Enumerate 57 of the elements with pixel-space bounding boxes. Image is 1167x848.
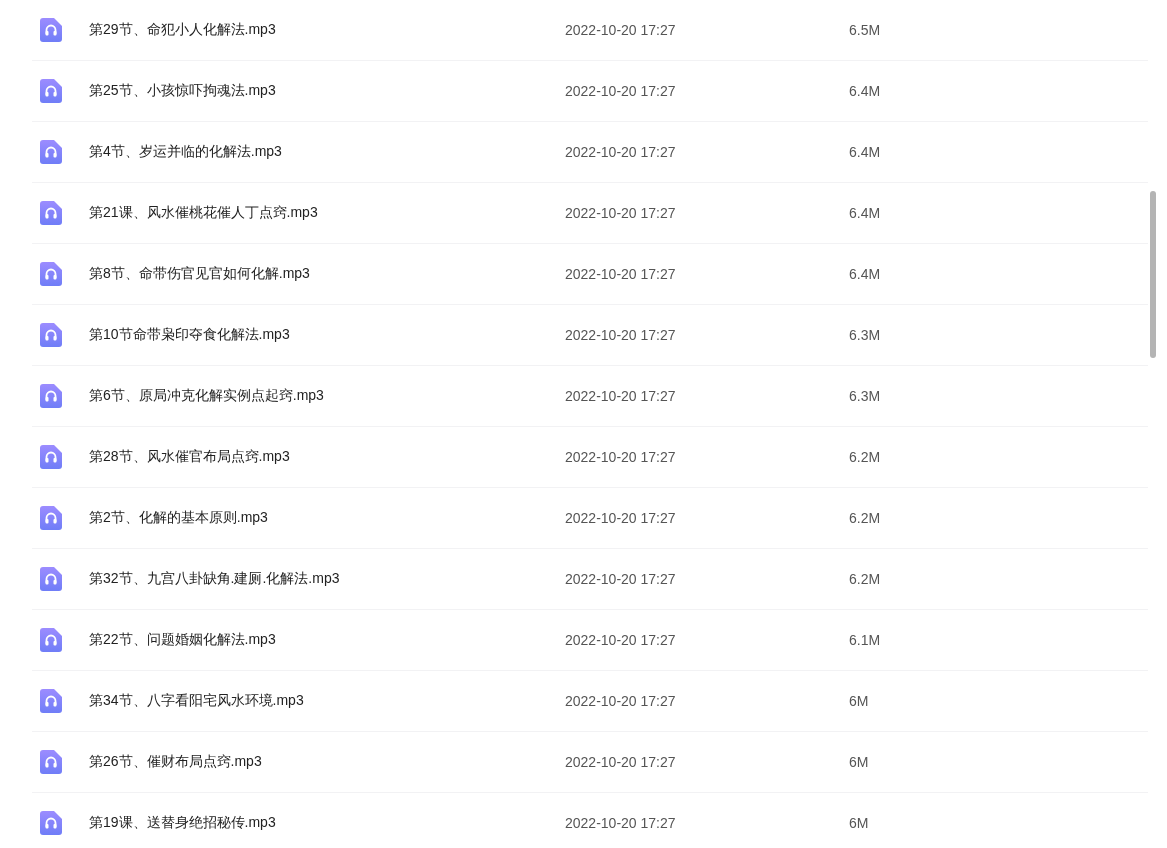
modified-date: 2022-10-20 17:27 bbox=[565, 815, 677, 831]
modified-date: 2022-10-20 17:27 bbox=[565, 510, 677, 526]
file-size: 6M bbox=[849, 754, 869, 770]
file-name[interactable]: 第19课、送替身绝招秘传.mp3 bbox=[89, 814, 565, 832]
file-size: 6.5M bbox=[849, 22, 881, 38]
audio-file-icon bbox=[40, 567, 62, 591]
modified-date: 2022-10-20 17:27 bbox=[565, 449, 677, 465]
audio-file-icon bbox=[40, 811, 62, 835]
file-size: 6M bbox=[849, 815, 869, 831]
modified-date: 2022-10-20 17:27 bbox=[565, 632, 677, 648]
file-name[interactable]: 第26节、催财布局点窍.mp3 bbox=[89, 753, 565, 771]
file-size: 6.4M bbox=[849, 266, 881, 282]
modified-date: 2022-10-20 17:27 bbox=[565, 754, 677, 770]
audio-file-icon bbox=[40, 79, 62, 103]
file-size: 6.4M bbox=[849, 83, 881, 99]
file-name[interactable]: 第32节、九宫八卦缺角.建厕.化解法.mp3 bbox=[89, 570, 565, 588]
audio-file-icon bbox=[40, 628, 62, 652]
modified-date: 2022-10-20 17:27 bbox=[565, 571, 677, 587]
file-name[interactable]: 第28节、风水催官布局点窍.mp3 bbox=[89, 448, 565, 466]
modified-date: 2022-10-20 17:27 bbox=[565, 266, 677, 282]
scrollbar-thumb[interactable] bbox=[1150, 191, 1156, 358]
audio-file-icon bbox=[40, 18, 62, 42]
audio-file-icon bbox=[40, 262, 62, 286]
file-name[interactable]: 第34节、八字看阳宅风水环境.mp3 bbox=[89, 692, 565, 710]
file-size: 6.1M bbox=[849, 632, 881, 648]
modified-date: 2022-10-20 17:27 bbox=[565, 144, 677, 160]
file-name[interactable]: 第25节、小孩惊吓拘魂法.mp3 bbox=[89, 82, 565, 100]
file-name[interactable]: 第10节命带枭印夺食化解法.mp3 bbox=[89, 326, 565, 344]
audio-file-icon bbox=[40, 689, 62, 713]
file-size: 6.3M bbox=[849, 388, 881, 404]
file-name[interactable]: 第21课、风水催桃花催人丁点窍.mp3 bbox=[89, 204, 565, 222]
audio-file-icon bbox=[40, 445, 62, 469]
file-name[interactable]: 第6节、原局冲克化解实例点起窍.mp3 bbox=[89, 387, 565, 405]
file-size: 6.2M bbox=[849, 449, 881, 465]
audio-file-icon bbox=[40, 506, 62, 530]
audio-file-icon bbox=[40, 384, 62, 408]
modified-date: 2022-10-20 17:27 bbox=[565, 693, 677, 709]
file-name[interactable]: 第2节、化解的基本原则.mp3 bbox=[89, 509, 565, 527]
modified-date: 2022-10-20 17:27 bbox=[565, 22, 677, 38]
audio-file-icon bbox=[40, 140, 62, 164]
file-size: 6.2M bbox=[849, 571, 881, 587]
file-size: 6.2M bbox=[849, 510, 881, 526]
file-size: 6M bbox=[849, 693, 869, 709]
modified-date: 2022-10-20 17:27 bbox=[565, 205, 677, 221]
modified-date: 2022-10-20 17:27 bbox=[565, 327, 677, 343]
modified-date: 2022-10-20 17:27 bbox=[565, 83, 677, 99]
modified-date: 2022-10-20 17:27 bbox=[565, 388, 677, 404]
file-size: 6.4M bbox=[849, 144, 881, 160]
audio-file-icon bbox=[40, 750, 62, 774]
file-name[interactable]: 第22节、问题婚姻化解法.mp3 bbox=[89, 631, 565, 649]
file-size: 6.3M bbox=[849, 327, 881, 343]
file-name[interactable]: 第4节、岁运并临的化解法.mp3 bbox=[89, 143, 565, 161]
file-name[interactable]: 第29节、命犯小人化解法.mp3 bbox=[89, 21, 565, 39]
audio-file-icon bbox=[40, 201, 62, 225]
file-name[interactable]: 第8节、命带伤官见官如何化解.mp3 bbox=[89, 265, 565, 283]
file-size: 6.4M bbox=[849, 205, 881, 221]
audio-file-icon bbox=[40, 323, 62, 347]
